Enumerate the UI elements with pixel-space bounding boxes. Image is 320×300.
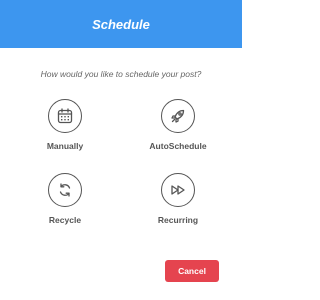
- option-manually[interactable]: Manually: [20, 99, 110, 151]
- rocket-icon: [161, 99, 195, 133]
- schedule-prompt: How would you like to schedule your post…: [40, 69, 202, 79]
- dialog-header: Schedule: [0, 0, 242, 48]
- recycle-icon: [48, 173, 82, 207]
- option-label: Recycle: [48, 215, 82, 225]
- option-label: AutoSchedule: [149, 141, 207, 151]
- option-recurring[interactable]: Recurring: [133, 173, 223, 225]
- fast-forward-icon: [161, 173, 195, 207]
- cancel-button[interactable]: Cancel: [165, 260, 219, 282]
- option-recycle[interactable]: Recycle: [20, 173, 110, 225]
- dialog-title: Schedule: [92, 16, 150, 32]
- calendar-icon: [48, 99, 82, 133]
- option-label: Manually: [46, 141, 84, 151]
- option-label: Recurring: [157, 215, 199, 225]
- option-autoschedule[interactable]: AutoSchedule: [133, 99, 223, 151]
